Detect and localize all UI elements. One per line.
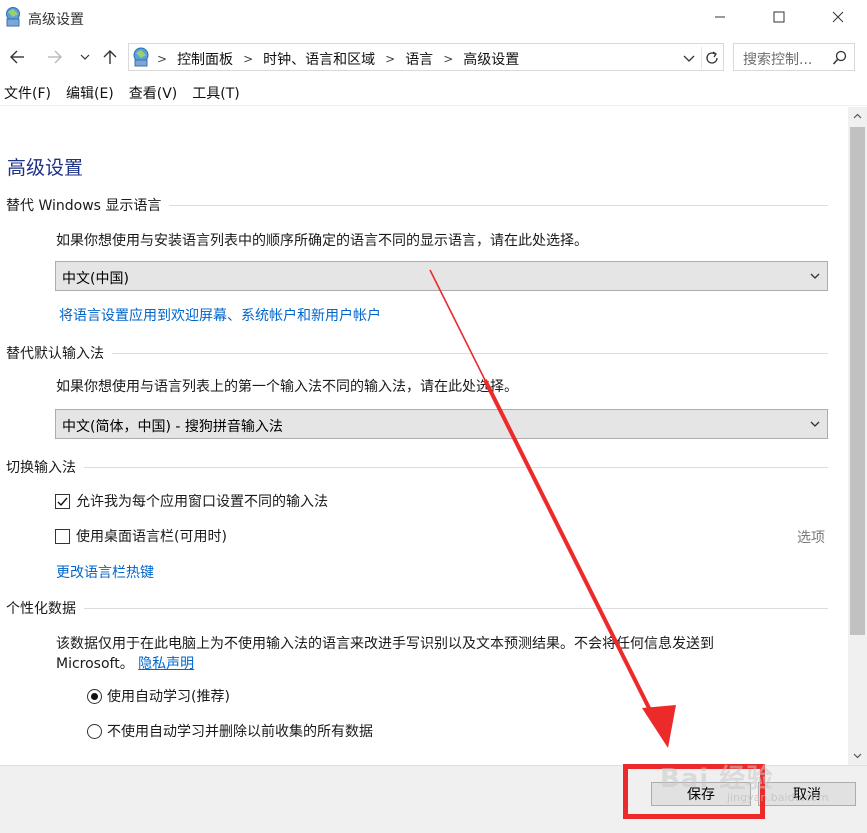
section-default-input: 替代默认输入法 bbox=[6, 343, 828, 363]
section-personalization: 个性化数据 bbox=[6, 598, 828, 618]
section-divider bbox=[112, 352, 828, 354]
title-bar: 高级设置 bbox=[0, 0, 867, 36]
section-divider bbox=[84, 607, 828, 609]
address-bar[interactable]: > 控制面板 > 时钟、语言和区域 > 语言 > 高级设置 bbox=[128, 43, 724, 71]
search-placeholder: 搜索控制... bbox=[743, 52, 813, 68]
desktop-language-bar-checkbox[interactable] bbox=[55, 528, 70, 544]
change-hotkey-link[interactable]: 更改语言栏热键 bbox=[56, 562, 154, 582]
auto-learning-radio[interactable] bbox=[87, 688, 102, 704]
privacy-statement-link[interactable]: 隐私声明 bbox=[138, 656, 194, 672]
scroll-up-arrow-icon[interactable] bbox=[848, 107, 867, 125]
window-title: 高级设置 bbox=[28, 12, 84, 28]
back-arrow-icon[interactable] bbox=[6, 46, 28, 68]
menu-tools[interactable]: 工具(T) bbox=[188, 83, 243, 103]
desktop-language-bar-checkbox-row[interactable]: 使用桌面语言栏(可用时) bbox=[55, 526, 227, 546]
personalization-description: 该数据仅用于在此电脑上为不使用输入法的语言来改进手写识别以及文本预测结果。不会将… bbox=[56, 636, 714, 652]
section-heading: 替代默认输入法 bbox=[6, 346, 104, 362]
section-divider bbox=[84, 466, 828, 468]
no-auto-learning-radio-row[interactable]: 不使用自动学习并删除以前收集的所有数据 bbox=[87, 721, 373, 741]
breadcrumb-separator-icon[interactable]: > bbox=[443, 52, 453, 66]
up-arrow-icon[interactable] bbox=[100, 46, 120, 68]
control-panel-icon bbox=[4, 6, 22, 28]
menu-file[interactable]: 文件(F) bbox=[0, 83, 55, 103]
checkbox-label: 使用桌面语言栏(可用时) bbox=[76, 529, 227, 545]
menu-view[interactable]: 查看(V) bbox=[125, 83, 182, 103]
per-app-input-checkbox-row[interactable]: 允许我为每个应用窗口设置不同的输入法 bbox=[55, 491, 328, 511]
scroll-down-arrow-icon[interactable] bbox=[848, 747, 867, 765]
section-heading: 个性化数据 bbox=[6, 601, 76, 617]
maximize-button[interactable] bbox=[756, 0, 802, 34]
microsoft-text: Microsoft。 bbox=[56, 656, 134, 672]
section-heading: 替代 Windows 显示语言 bbox=[6, 198, 162, 214]
chevron-down-icon bbox=[809, 418, 821, 434]
recent-locations-chevron-icon[interactable] bbox=[78, 46, 92, 68]
search-input[interactable]: 搜索控制... bbox=[733, 43, 855, 71]
no-auto-learning-radio[interactable] bbox=[87, 723, 102, 739]
section-switch-input: 切换输入法 bbox=[6, 457, 828, 477]
radio-label: 不使用自动学习并删除以前收集的所有数据 bbox=[107, 724, 373, 740]
page-title: 高级设置 bbox=[7, 157, 84, 179]
cancel-button[interactable]: 取消 bbox=[758, 782, 856, 806]
chevron-down-icon bbox=[809, 270, 821, 286]
default-input-dropdown[interactable]: 中文(简体，中国) - 搜狗拼音输入法 bbox=[55, 409, 828, 439]
breadcrumb-item[interactable]: 高级设置 bbox=[463, 49, 519, 69]
checkbox-label: 允许我为每个应用窗口设置不同的输入法 bbox=[76, 494, 328, 510]
breadcrumb: > 控制面板 > 时钟、语言和区域 > 语言 > 高级设置 bbox=[157, 49, 519, 69]
dropdown-value: 中文(简体，中国) - 搜狗拼音输入法 bbox=[62, 419, 283, 435]
display-language-dropdown[interactable]: 中文(中国) bbox=[55, 261, 828, 291]
minimize-button[interactable] bbox=[697, 0, 743, 34]
breadcrumb-item[interactable]: 控制面板 bbox=[177, 49, 233, 69]
section-divider bbox=[169, 204, 828, 206]
radio-label: 使用自动学习(推荐) bbox=[107, 689, 230, 705]
breadcrumb-separator-icon: > bbox=[157, 52, 168, 66]
refresh-icon[interactable] bbox=[701, 47, 721, 69]
vertical-scrollbar[interactable] bbox=[848, 107, 867, 765]
search-icon[interactable] bbox=[832, 50, 848, 70]
close-button[interactable] bbox=[815, 0, 861, 34]
menu-edit[interactable]: 编辑(E) bbox=[62, 83, 118, 103]
personalization-description-line2: Microsoft。 隐私声明 bbox=[56, 653, 194, 673]
menu-bar: 文件(F) 编辑(E) 查看(V) 工具(T) bbox=[0, 80, 867, 106]
save-button[interactable]: 保存 bbox=[651, 782, 751, 806]
breadcrumb-item[interactable]: 时钟、语言和区域 bbox=[263, 49, 375, 69]
breadcrumb-separator-icon[interactable]: > bbox=[385, 52, 395, 66]
settings-content: 高级设置 替代 Windows 显示语言 如果你想使用与安装语言列表中的顺序所确… bbox=[0, 107, 848, 765]
display-language-description: 如果你想使用与安装语言列表中的顺序所确定的语言不同的显示语言，请在此处选择。 bbox=[56, 233, 588, 249]
apply-language-settings-link[interactable]: 将语言设置应用到欢迎屏幕、系统帐户和新用户帐户 bbox=[59, 305, 381, 325]
forward-arrow-icon[interactable] bbox=[44, 46, 66, 68]
options-link[interactable]: 选项 bbox=[797, 527, 825, 547]
auto-learning-radio-row[interactable]: 使用自动学习(推荐) bbox=[87, 686, 230, 706]
section-display-language: 替代 Windows 显示语言 bbox=[6, 195, 828, 215]
default-input-description: 如果你想使用与语言列表上的第一个输入法不同的输入法，请在此处选择。 bbox=[56, 379, 518, 395]
scrollbar-thumb[interactable] bbox=[850, 127, 865, 635]
breadcrumb-item[interactable]: 语言 bbox=[405, 49, 433, 69]
control-panel-icon bbox=[131, 46, 153, 68]
dialog-footer: 保存 取消 bbox=[0, 765, 867, 833]
per-app-input-checkbox[interactable] bbox=[55, 493, 70, 509]
section-heading: 切换输入法 bbox=[6, 460, 76, 476]
breadcrumb-separator-icon[interactable]: > bbox=[243, 52, 253, 66]
dropdown-value: 中文(中国) bbox=[62, 271, 129, 287]
address-dropdown-chevron-icon[interactable] bbox=[681, 50, 697, 66]
